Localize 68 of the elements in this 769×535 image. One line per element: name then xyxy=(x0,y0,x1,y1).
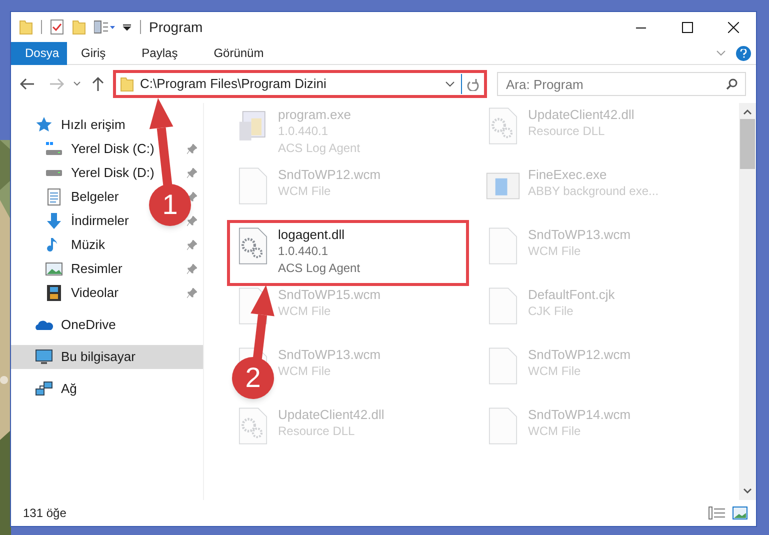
sidebar-item[interactable]: Yerel Disk (D:) xyxy=(71,163,154,183)
file-detail: ACS Log Agent xyxy=(278,260,360,277)
recent-dropdown-icon[interactable] xyxy=(73,81,81,87)
monitor-icon xyxy=(35,348,53,366)
pin-icon[interactable] xyxy=(187,288,197,298)
sidebar-item[interactable]: Ağ xyxy=(61,379,77,399)
window-title: Program xyxy=(149,18,203,37)
pin-icon[interactable] xyxy=(187,144,197,154)
gear-file-icon xyxy=(236,226,270,266)
sidebar-item[interactable]: OneDrive xyxy=(61,315,116,335)
star-icon xyxy=(35,116,53,134)
help-icon[interactable] xyxy=(736,46,751,60)
file-icon xyxy=(236,166,270,206)
file-icon xyxy=(486,346,520,386)
maximize-icon xyxy=(682,22,692,32)
folder-icon xyxy=(120,76,134,92)
file-icon xyxy=(486,406,520,446)
picture-icon xyxy=(45,260,63,278)
film-icon xyxy=(45,284,63,302)
details-view-icon[interactable] xyxy=(708,506,726,520)
pin-icon[interactable] xyxy=(187,240,197,250)
sidebar-item[interactable]: Videolar xyxy=(71,283,118,303)
layout-icon[interactable] xyxy=(94,20,116,34)
sidebar-item[interactable]: Bu bilgisayar xyxy=(61,347,136,367)
scroll-thumb[interactable] xyxy=(740,119,755,169)
sidebar-item[interactable]: Yerel Disk (C:) xyxy=(71,139,154,159)
pin-icon[interactable] xyxy=(187,168,197,178)
folder-icon xyxy=(19,19,33,35)
address-field[interactable]: C:\Program Files\Program Dizini xyxy=(113,70,487,98)
customize-dropdown-icon[interactable] xyxy=(122,22,132,32)
pin-icon[interactable] xyxy=(187,216,197,226)
up-arrow-icon[interactable] xyxy=(91,76,105,92)
ribbon-tab[interactable]: Dosya xyxy=(11,42,67,64)
search-icon[interactable] xyxy=(726,78,738,90)
scroll-up-icon[interactable] xyxy=(743,109,752,115)
file-icon xyxy=(486,286,520,326)
pin-icon[interactable] xyxy=(187,264,197,274)
file-icon xyxy=(486,226,520,266)
back-arrow-icon[interactable] xyxy=(19,77,35,91)
search-field[interactable]: Ara: Program xyxy=(497,72,746,96)
highlighted-file-tile[interactable]: logagent.dll 1.0.440.1 ACS Log Agent xyxy=(230,223,466,283)
network-icon xyxy=(35,380,53,398)
pin-icon[interactable] xyxy=(187,192,197,202)
sidebar-item[interactable]: Müzik xyxy=(71,235,105,255)
file-detail: 1.0.440.1 xyxy=(278,243,330,260)
ribbon-tab[interactable]: Giriş xyxy=(67,42,120,64)
drive-icon xyxy=(45,140,63,158)
scroll-down-icon[interactable] xyxy=(743,488,752,494)
document-icon xyxy=(45,188,63,206)
chevron-down-icon[interactable] xyxy=(445,80,455,88)
scrollbar[interactable] xyxy=(739,103,756,500)
close-icon xyxy=(728,22,738,32)
sidebar-item[interactable]: Resimler xyxy=(71,259,122,279)
gear-file-icon xyxy=(236,406,270,446)
ribbon-tab[interactable]: Görünüm xyxy=(200,42,278,64)
drive-icon xyxy=(45,169,63,177)
sidebar-item[interactable]: Hızlı erişim xyxy=(61,115,126,135)
tiles-view-icon[interactable] xyxy=(732,506,748,520)
properties-icon[interactable] xyxy=(50,19,64,35)
new-folder-icon xyxy=(72,19,86,35)
item-count: 131 öğe xyxy=(23,505,66,522)
sidebar-item[interactable]: Belgeler xyxy=(71,187,119,207)
file-name[interactable]: logagent.dll xyxy=(278,226,360,243)
selected-row-highlight[interactable]: Bu bilgisayar xyxy=(11,345,203,369)
gear-file-icon xyxy=(486,106,520,146)
download-icon xyxy=(45,212,63,230)
sidebar-item[interactable]: İndirmeler xyxy=(71,211,129,231)
ribbon-tab[interactable]: Paylaş xyxy=(128,42,192,64)
